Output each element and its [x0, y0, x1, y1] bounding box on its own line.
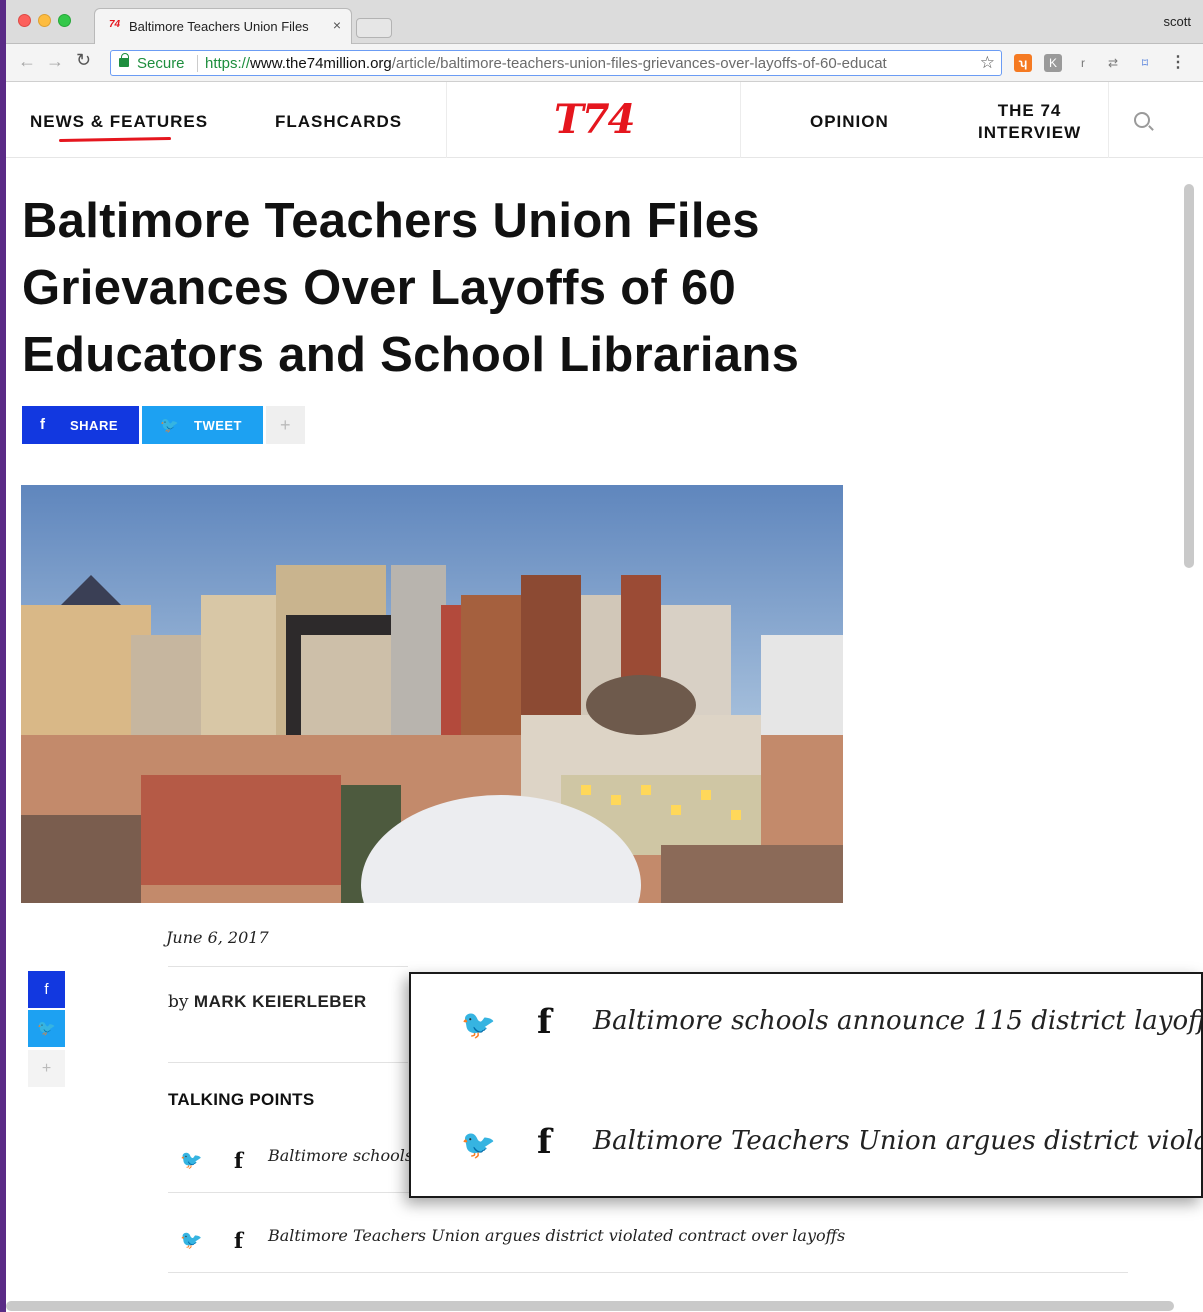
site-navigation: NEWS & FEATURES FLASHCARDS T74 OPINION T… [6, 82, 1203, 158]
url-scheme: https:// [205, 55, 251, 72]
side-facebook-share-button[interactable]: f [28, 971, 65, 1008]
facebook-icon[interactable]: f [537, 1002, 552, 1042]
lock-icon [119, 53, 129, 67]
facebook-icon[interactable]: f [234, 1148, 243, 1173]
bookmark-star-icon[interactable]: ☆ [980, 53, 995, 73]
facebook-icon[interactable]: f [234, 1228, 243, 1253]
url-text[interactable]: https://www.the74million.org/article/bal… [205, 55, 975, 72]
hero-image-baltimore-skyline [21, 485, 843, 903]
twitter-icon[interactable]: 🐦 [180, 1230, 202, 1251]
article-date: June 6, 2017 [166, 928, 269, 947]
zoom-callout: 🐦 f Baltimore schools announce 115 distr… [409, 972, 1203, 1198]
nav-the-74-interview[interactable]: THE 74 INTERVIEW [978, 100, 1081, 144]
tab-strip: 74 Baltimore Teachers Union Files × scot… [6, 0, 1203, 44]
zoom-text: Baltimore schools announce 115 district … [593, 1006, 1203, 1036]
hubspot-extension-icon[interactable]: ʮ [1014, 54, 1032, 72]
byline-prefix: by [168, 992, 189, 1012]
vertical-scrollbar[interactable] [1184, 184, 1194, 568]
nav-divider [1108, 82, 1109, 158]
reload-icon[interactable]: ↻ [76, 50, 91, 71]
twitter-icon[interactable]: 🐦 [461, 1128, 496, 1161]
nav-flashcards[interactable]: FLASHCARDS [275, 112, 402, 132]
extension-r-icon[interactable]: r [1076, 54, 1090, 72]
maximize-window-button[interactable] [58, 14, 71, 27]
byline: by MARK KEIERLEBER [168, 992, 367, 1012]
twitter-icon[interactable]: 🐦 [461, 1008, 496, 1041]
nav-divider [740, 82, 741, 158]
url-host: www.the74million.org [250, 55, 392, 72]
nav-divider [446, 82, 447, 158]
minimize-window-button[interactable] [38, 14, 51, 27]
close-tab-icon[interactable]: × [333, 17, 341, 33]
nav-interview-line2: INTERVIEW [978, 123, 1082, 142]
search-icon[interactable] [1134, 112, 1150, 128]
site-logo[interactable]: T74 [554, 96, 635, 143]
side-twitter-share-button[interactable]: 🐦 [28, 1010, 65, 1047]
talking-point-divider [168, 1272, 1128, 1273]
share-label: SHARE [70, 418, 119, 433]
profile-name[interactable]: scott [1164, 14, 1191, 29]
article-headline: Baltimore Teachers Union Files Grievance… [22, 194, 800, 382]
zoom-row: 🐦 f Baltimore Teachers Union argues dist… [411, 1114, 1203, 1174]
url-path: /article/baltimore-teachers-union-files-… [391, 55, 887, 72]
talking-point-text: Baltimore Teachers Union argues district… [268, 1226, 846, 1245]
nav-active-underline [58, 137, 172, 142]
horizontal-scrollbar[interactable] [6, 1301, 1174, 1311]
tab-active[interactable]: 74 Baltimore Teachers Union Files × [94, 8, 352, 44]
twitter-icon[interactable]: 🐦 [180, 1150, 202, 1171]
favicon-icon: 74 [109, 19, 121, 30]
facebook-icon: f [40, 416, 46, 433]
talking-point-row: 🐦 f Baltimore Teachers Union argues dist… [168, 1220, 1128, 1260]
tab-title: Baltimore Teachers Union Files [129, 19, 309, 34]
browser-toolbar: ← → ↻ Secure https://www.the74million.or… [6, 44, 1203, 82]
meta-divider [168, 1062, 408, 1063]
omnibox-divider [197, 55, 198, 72]
new-tab-button[interactable] [356, 18, 392, 38]
talking-points-heading: TALKING POINTS [168, 1090, 315, 1109]
address-bar[interactable]: Secure https://www.the74million.org/arti… [110, 50, 1002, 76]
tweet-label: TWEET [194, 418, 242, 433]
twitter-icon: 🐦 [160, 417, 180, 434]
nav-news-features[interactable]: NEWS & FEATURES [30, 112, 208, 132]
screenshot-extension-icon[interactable]: ⌑ [1134, 54, 1156, 72]
nav-interview-line1: THE 74 [997, 101, 1062, 120]
twitter-tweet-button[interactable]: 🐦 TWEET [142, 406, 263, 444]
facebook-icon[interactable]: f [537, 1122, 552, 1162]
browser-menu-icon[interactable]: ⋮ [1170, 54, 1186, 72]
zoom-text: Baltimore Teachers Union argues district… [593, 1126, 1203, 1156]
extension-icon[interactable]: K [1044, 54, 1062, 72]
cast-extension-icon[interactable]: ⇄ [1102, 54, 1124, 72]
nav-opinion[interactable]: OPINION [810, 112, 889, 132]
author-link[interactable]: MARK KEIERLEBER [194, 992, 367, 1011]
meta-divider [168, 966, 408, 967]
facebook-share-button[interactable]: f SHARE [22, 406, 139, 444]
secure-label: Secure [137, 55, 185, 72]
forward-arrow-icon[interactable]: → [46, 51, 64, 72]
back-arrow-icon[interactable]: ← [18, 51, 36, 72]
side-more-share-button[interactable]: + [28, 1050, 65, 1087]
more-share-button[interactable]: + [266, 406, 305, 444]
zoom-row: 🐦 f Baltimore schools announce 115 distr… [411, 994, 1203, 1054]
close-window-button[interactable] [18, 14, 31, 27]
